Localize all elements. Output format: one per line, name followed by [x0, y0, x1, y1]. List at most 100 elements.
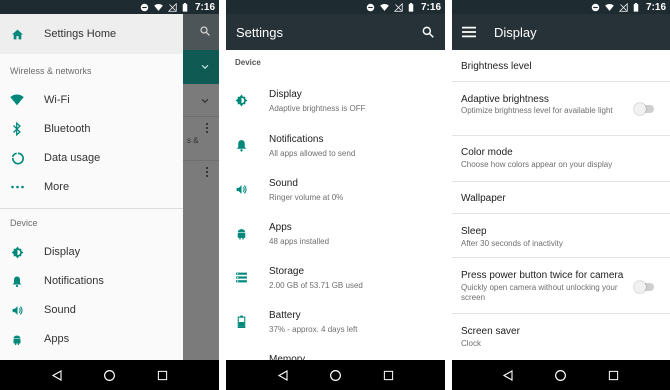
- drawer-item-label: Settings Home: [44, 28, 117, 40]
- back-button[interactable]: [501, 368, 515, 382]
- overflow-icon: [206, 166, 209, 177]
- settings-item-title: Display: [269, 89, 302, 100]
- phone-display: Display Brightness level Adaptive bright…: [452, 0, 670, 390]
- setting-power-button-camera[interactable]: Press power button twice for camera Quic…: [452, 258, 670, 314]
- drawer-item-notifications[interactable]: Notifications: [0, 267, 183, 295]
- settings-item-battery[interactable]: Battery 37% - approx. 4 days left: [226, 301, 445, 345]
- background-rows: s &: [183, 84, 219, 360]
- menu-icon[interactable]: [462, 26, 476, 38]
- settings-item-apps[interactable]: Apps 48 apps installed: [226, 213, 445, 257]
- clock: 7:16: [645, 1, 666, 13]
- app-bar: Display: [452, 14, 670, 50]
- battery-icon: [237, 315, 246, 328]
- drawer-item-label: Apps: [44, 333, 70, 345]
- settings-item-display[interactable]: Display Adaptive brightness is OFF: [226, 80, 445, 124]
- drawer-item-label: Notifications: [44, 275, 104, 287]
- settings-item-title: Notifications: [269, 134, 324, 145]
- toggle-knob: [634, 103, 646, 115]
- back-button[interactable]: [276, 368, 290, 382]
- wifi-icon: [10, 93, 24, 107]
- settings-item-sound[interactable]: Sound Ringer volume at 0%: [226, 169, 445, 213]
- settings-list: Device Display Adaptive brightness is OF…: [226, 50, 445, 370]
- dnd-icon: [140, 3, 149, 11]
- drawer-item-more[interactable]: More: [0, 173, 183, 201]
- settings-item-storage[interactable]: Storage 2.00 GB of 53.71 GB used: [226, 257, 445, 301]
- home-icon: [10, 27, 24, 41]
- setting-wallpaper[interactable]: Wallpaper: [452, 182, 670, 214]
- adaptive-brightness-toggle[interactable]: [634, 103, 654, 115]
- display-settings-list: Brightness level Adaptive brightness Opt…: [452, 50, 670, 360]
- navigation-drawer: Settings Home Wireless & networks Wi-Fi …: [0, 14, 183, 360]
- home-button[interactable]: [554, 368, 568, 382]
- recents-button[interactable]: [156, 368, 170, 382]
- recents-square-icon: [609, 370, 619, 380]
- setting-screen-saver[interactable]: Screen saver Clock: [452, 314, 670, 360]
- setting-title: Color mode: [461, 147, 513, 158]
- back-triangle-icon: [277, 369, 288, 381]
- settings-item-title: Storage: [269, 266, 305, 277]
- setting-title: Screen saver: [461, 326, 520, 337]
- more-icon: [10, 180, 24, 194]
- section-header-device: Device: [10, 218, 38, 228]
- toggle-knob: [634, 281, 646, 293]
- drawer-item-data-usage[interactable]: Data usage: [0, 144, 183, 172]
- setting-subtitle: Choose how colors appear on your display: [461, 160, 613, 169]
- back-triangle-icon: [51, 369, 62, 381]
- status-bar: 7:16: [226, 0, 445, 14]
- recents-button[interactable]: [382, 368, 396, 382]
- search-icon[interactable]: [421, 25, 435, 39]
- no-signal-icon: [393, 2, 403, 12]
- volume-icon: [236, 185, 247, 194]
- home-circle-icon: [555, 369, 567, 381]
- home-button[interactable]: [329, 368, 343, 382]
- android-icon: [10, 332, 24, 346]
- bell-icon: [236, 140, 247, 152]
- back-button[interactable]: [50, 368, 64, 382]
- setting-color-mode[interactable]: Color mode Choose how colors appear on y…: [452, 136, 670, 182]
- separator: [445, 0, 452, 390]
- home-button[interactable]: [103, 368, 117, 382]
- app-bar: Settings: [226, 14, 445, 50]
- background-suggestion-bar: [183, 50, 219, 84]
- drawer-item-wifi[interactable]: Wi-Fi: [0, 86, 183, 114]
- overflow-icon: [206, 122, 209, 133]
- drawer-item-label: Display: [44, 246, 81, 258]
- setting-subtitle: Clock: [461, 339, 482, 348]
- setting-title: Adaptive brightness: [461, 94, 549, 105]
- drawer-item-label: Bluetooth: [44, 123, 91, 135]
- recents-square-icon: [383, 370, 394, 380]
- drawer-item-bluetooth[interactable]: Bluetooth: [0, 115, 183, 143]
- setting-title: Sleep: [461, 226, 487, 237]
- setting-adaptive-brightness[interactable]: Adaptive brightness Optimize brightness …: [452, 82, 670, 136]
- settings-item-subtitle: 2.00 GB of 53.71 GB used: [269, 281, 363, 290]
- settings-item-title: Battery: [269, 310, 301, 321]
- drawer-item-label: Data usage: [44, 152, 101, 164]
- drawer-item-label: Wi-Fi: [44, 94, 70, 106]
- category-header: Device: [235, 58, 261, 67]
- background-text-fragment: s &: [187, 136, 199, 145]
- settings-item-subtitle: Adaptive brightness is OFF: [269, 104, 366, 113]
- setting-brightness-level[interactable]: Brightness level: [452, 50, 670, 82]
- wifi-signal-icon: [380, 3, 389, 11]
- drawer-item-display[interactable]: Display: [0, 238, 183, 266]
- wifi-signal-icon: [154, 3, 163, 11]
- phone-settings: Settings Device Display Adaptive brightn…: [226, 0, 445, 390]
- settings-item-title: Sound: [269, 178, 298, 189]
- page-title: Settings: [236, 24, 283, 40]
- drawer-item-sound[interactable]: Sound: [0, 296, 183, 324]
- drawer-item-settings-home[interactable]: Settings Home: [0, 14, 183, 54]
- home-circle-icon: [104, 369, 115, 381]
- drawer-item-apps[interactable]: Apps: [0, 325, 183, 353]
- search-icon: [200, 26, 210, 36]
- separator: [219, 0, 226, 390]
- volume-icon: [10, 303, 24, 317]
- divider: [0, 208, 183, 209]
- setting-sleep[interactable]: Sleep After 30 seconds of inactivity: [452, 214, 670, 258]
- settings-item-title: Apps: [269, 222, 292, 233]
- settings-item-notifications[interactable]: Notifications All apps allowed to send: [226, 125, 445, 169]
- home-circle-icon: [330, 369, 341, 381]
- recents-button[interactable]: [607, 368, 621, 382]
- setting-title: Brightness level: [461, 61, 532, 72]
- power-button-camera-toggle[interactable]: [634, 281, 654, 293]
- settings-item-subtitle: Ringer volume at 0%: [269, 193, 344, 202]
